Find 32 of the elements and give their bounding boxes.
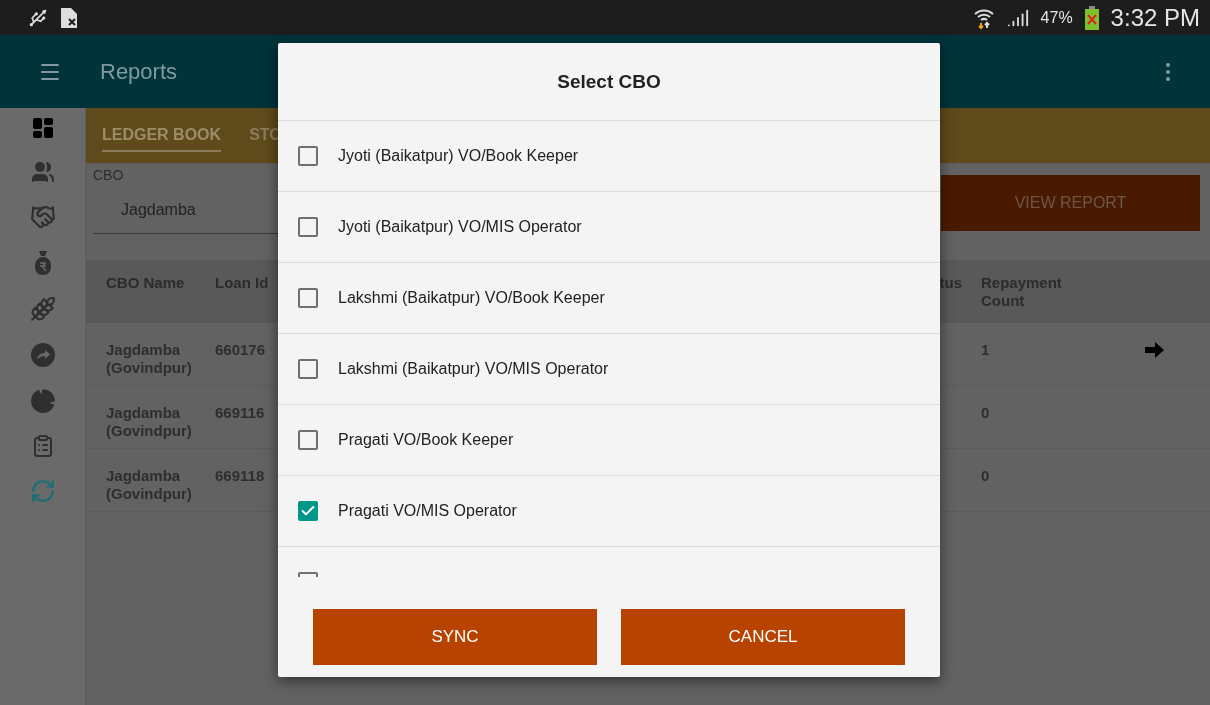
checkbox[interactable] — [298, 359, 318, 379]
list-item[interactable]: Lakshmi (Baikatpur) VO/MIS Operator — [278, 333, 940, 404]
checkbox[interactable] — [298, 501, 318, 521]
wheat-icon[interactable] — [29, 296, 56, 322]
app-title: Reports — [100, 58, 178, 85]
item-label: Pragati VO/MIS Operator — [338, 502, 517, 520]
checkbox[interactable] — [298, 430, 318, 450]
list-item[interactable]: Pragati VO/Book Keeper — [278, 404, 940, 475]
pie-chart-icon[interactable] — [29, 388, 56, 414]
cancel-button[interactable]: CANCEL — [621, 609, 905, 665]
battery-icon — [1084, 5, 1099, 30]
list-item[interactable]: Jyoti (Baikatpur) VO/MIS Operator — [278, 191, 940, 262]
group-icon[interactable] — [30, 160, 55, 184]
checkbox[interactable] — [298, 288, 318, 308]
dashboard-icon[interactable] — [30, 116, 55, 140]
list-item[interactable]: Pragati VO/MIS Operator — [278, 475, 940, 546]
list-item[interactable]: Lakshmi (Baikatpur) VO/Book Keeper — [278, 262, 940, 333]
item-label: Lakshmi (Baikatpur) VO/MIS Operator — [338, 360, 609, 378]
checkbox[interactable] — [298, 146, 318, 166]
arrow-right-icon[interactable] — [1145, 341, 1165, 359]
usb-icon — [28, 7, 48, 28]
item-label: Lakshmi (Baikatpur) VO/Book Keeper — [338, 289, 605, 307]
sim-card-icon — [60, 6, 78, 29]
item-label: Jyoti (Baikatpur) VO/Book Keeper — [338, 147, 579, 165]
list-item[interactable]: Jyoti (Baikatpur) VO/Book Keeper — [278, 120, 940, 191]
item-label: Pragati VO/Book Keeper — [338, 431, 514, 449]
clock-time: 3:32 PM — [1110, 3, 1200, 32]
handshake-icon[interactable] — [29, 204, 56, 230]
battery-percent: 47% — [1040, 8, 1073, 27]
dialog-title: Select CBO — [556, 69, 662, 94]
sync-button[interactable]: SYNC — [313, 609, 597, 665]
checkbox[interactable] — [298, 217, 318, 237]
